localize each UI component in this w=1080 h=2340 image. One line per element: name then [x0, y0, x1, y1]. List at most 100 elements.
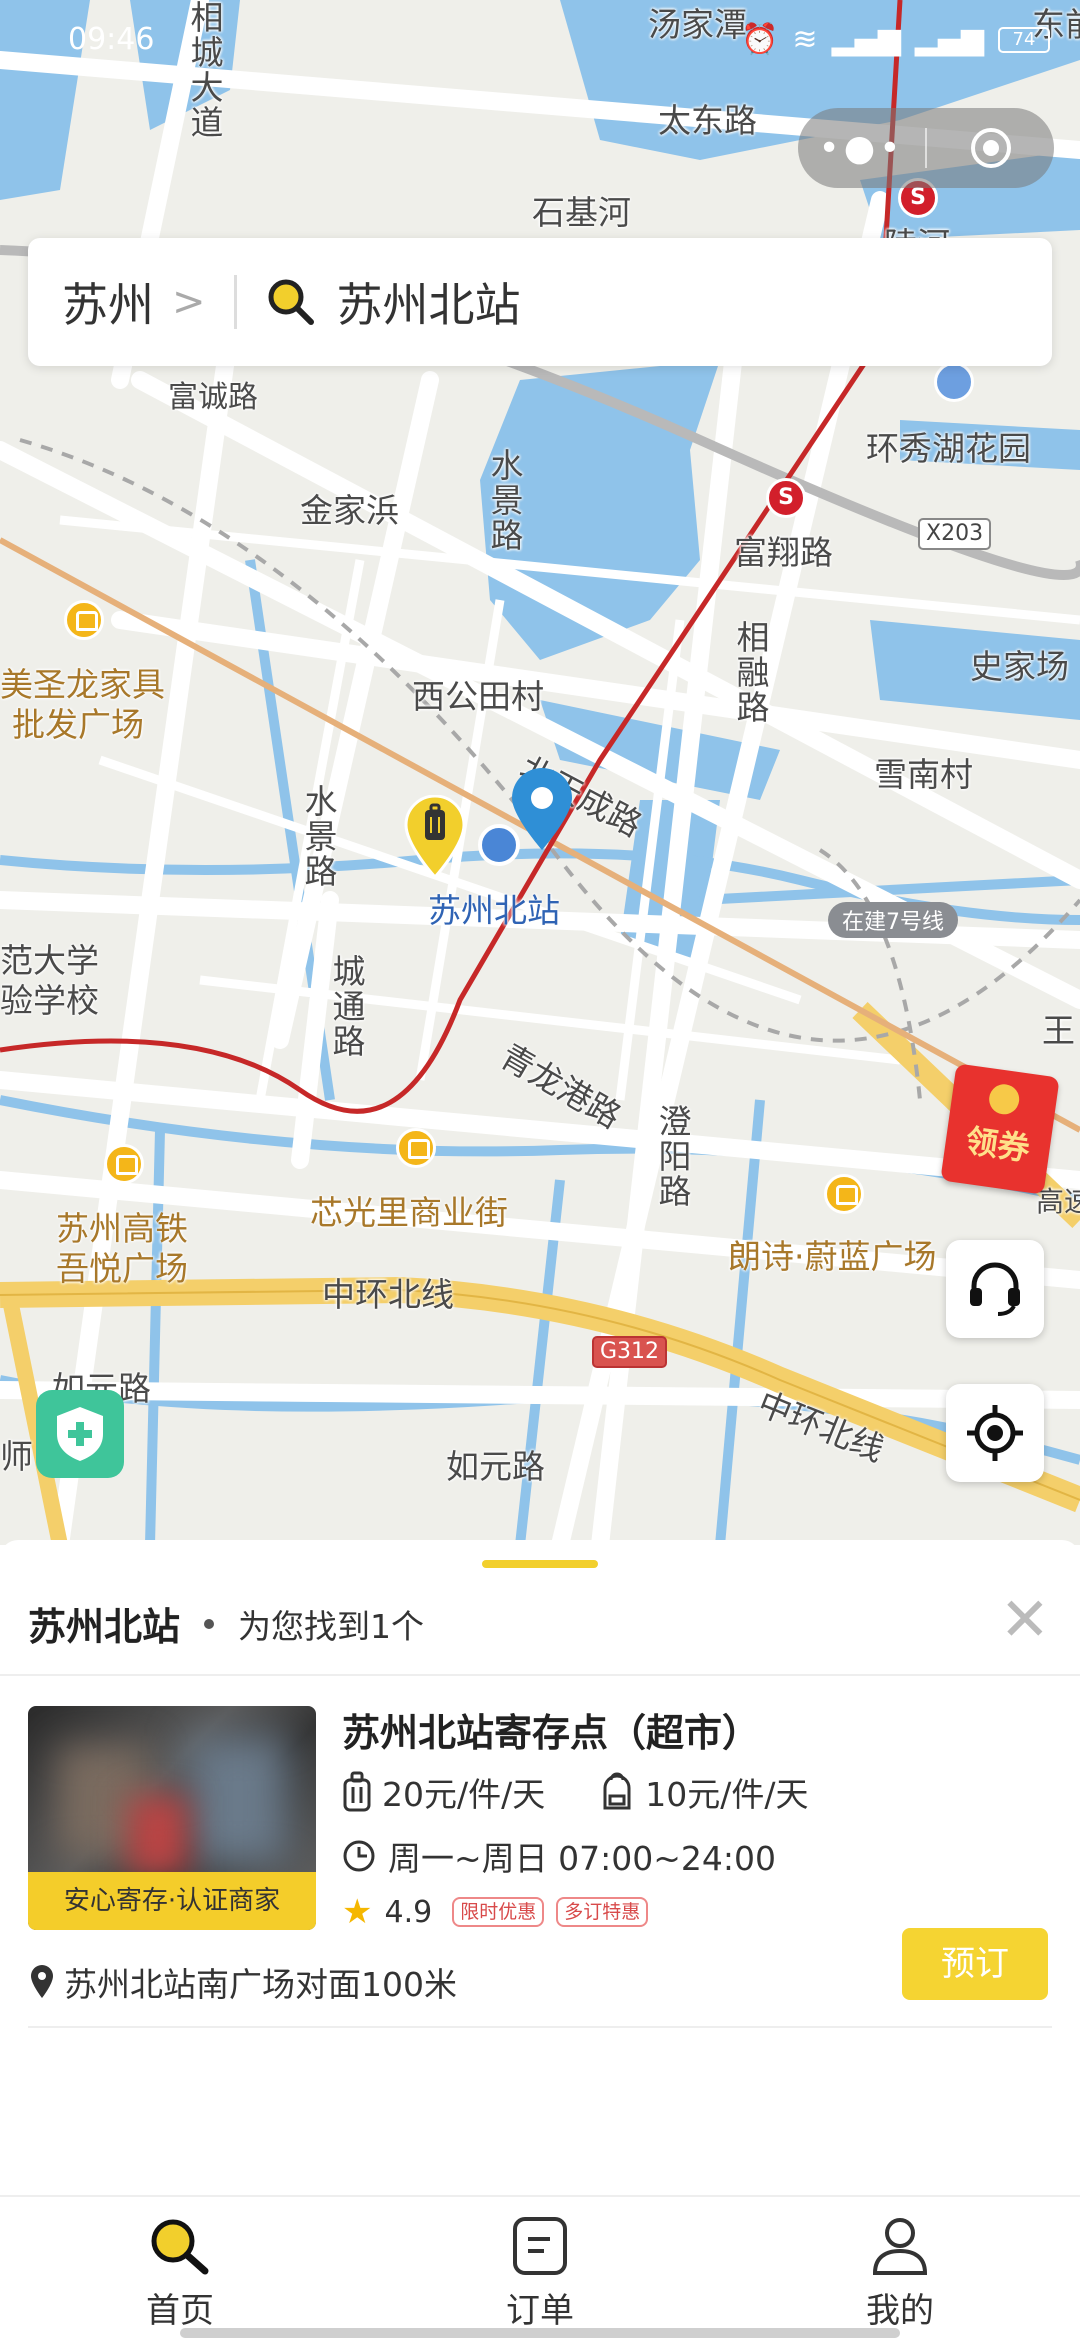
road-shield: G312 [592, 1336, 668, 1368]
tab-mine-label: 我的 [866, 2291, 934, 2331]
map-label: 水景路 [299, 784, 338, 889]
address-text: 苏州北站南广场对面100米 [64, 1965, 457, 2004]
map-label: 富翔路 [734, 533, 833, 572]
miniprogram-capsule[interactable]: •●• [798, 108, 1054, 188]
header-dot [204, 1618, 215, 1629]
sheet-drag-handle[interactable] [482, 1560, 598, 1568]
tab-orders-label: 订单 [506, 2291, 574, 2331]
map-label: 西公田村 [412, 677, 544, 716]
status-time: 09:46 [68, 22, 155, 57]
storage-location-marker[interactable] [404, 795, 466, 879]
map-label: 金家浜 [300, 491, 399, 530]
results-station: 苏州北站 [28, 1605, 181, 1649]
locate-button[interactable] [946, 1384, 1044, 1482]
battery-icon: 74 [998, 26, 1050, 53]
home-indicator[interactable] [180, 2328, 900, 2338]
store-title[interactable]: 苏州北站寄存点（超市） [342, 1702, 760, 1757]
map-label: 如元路 [446, 1447, 545, 1486]
safety-button[interactable] [36, 1390, 124, 1478]
hours-text: 周一~周日 07:00~24:00 [388, 1839, 776, 1878]
station-label: 苏州北站 [428, 891, 560, 930]
poi-marker[interactable] [824, 1174, 864, 1214]
map-label: 批发广场 [12, 705, 144, 744]
book-button[interactable]: 预订 [902, 1928, 1048, 2000]
results-sheet: 苏州北站 为您找到1个 ✕ 安心寄存·认证商家 苏州北站寄存点（超市） 20元/… [0, 1540, 1080, 2195]
search-home-icon [151, 2219, 209, 2275]
map-label: 水景路 [485, 448, 524, 553]
status-icons: ⏰ ≋ ▂▄▆ ▂▄▆ 74 [741, 22, 1050, 57]
coin-icon [987, 1082, 1022, 1117]
address-row: 苏州北站南广场对面100米 [28, 1958, 457, 2006]
price-small-luggage: 10元/件/天 [599, 1768, 808, 1816]
map-label: 澄阳路 [653, 1104, 692, 1209]
close-miniprogram-button[interactable] [927, 126, 1054, 170]
map-label: 富诚路 [168, 380, 258, 415]
map-label: 朗诗·蔚蓝广场 [728, 1237, 937, 1276]
promo-tag: 多订特惠 [556, 1897, 649, 1927]
target-ring-icon [970, 128, 1011, 168]
city-selector[interactable]: 苏州 [62, 269, 154, 335]
close-icon[interactable]: ✕ [1000, 1590, 1050, 1650]
search-bar: 苏州 > [28, 238, 1052, 366]
map-label: 城通路 [327, 954, 366, 1059]
poi-marker[interactable] [396, 1128, 436, 1168]
search-divider [233, 275, 237, 329]
metro-station-icon[interactable]: S [766, 478, 806, 518]
signal-icon: ▂▄▆ [831, 22, 901, 57]
map-label: 验学校 [0, 981, 99, 1020]
results-count: 为您找到1个 [238, 1606, 425, 1646]
more-icon[interactable]: •●• [798, 128, 925, 169]
wifi-icon: ≋ [792, 22, 818, 57]
poi-marker[interactable] [104, 1144, 144, 1184]
map-pin-icon [31, 1965, 53, 1998]
tab-mine[interactable]: 我的 [720, 2197, 1080, 2340]
customer-service-button[interactable] [946, 1240, 1044, 1338]
tab-bar: 首页 订单 我的 [0, 2195, 1080, 2340]
metro-line-label: 在建7号线 [828, 902, 958, 938]
user-icon [872, 2218, 928, 2275]
card-divider [28, 2026, 1052, 2028]
suitcase-icon [343, 1771, 371, 1812]
search-input[interactable] [336, 275, 937, 329]
map-label: 师 [0, 1437, 33, 1476]
order-icon [513, 2217, 567, 2275]
map-label: 雪南村 [874, 755, 973, 794]
backpack-icon [603, 1772, 631, 1810]
price-row: 20元/件/天 10元/件/天 [342, 1768, 862, 1816]
map-label: 吾悦广场 [56, 1249, 188, 1288]
promo-tag: 限时优惠 [452, 1897, 545, 1927]
shield-icon [57, 1407, 103, 1461]
star-icon: ★ [342, 1892, 373, 1932]
results-header: 苏州北站 为您找到1个 [28, 1596, 424, 1651]
map-label: 王 [1042, 1011, 1075, 1050]
store-photo[interactable]: 安心寄存·认证商家 [28, 1706, 316, 1930]
tab-orders[interactable]: 订单 [360, 2197, 720, 2340]
locate-icon [967, 1405, 1023, 1461]
map-view[interactable]: 汤家潭 东前 太东路 石基河 相城大道 富诚路 金家浜 水景路 环秀湖花园 富翔… [0, 0, 1080, 1545]
hours-row: 周一~周日 07:00~24:00 [342, 1832, 776, 1880]
chevron-right-icon[interactable]: > [172, 279, 206, 325]
status-bar: 09:46 ⏰ ≋ ▂▄▆ ▂▄▆ 74 [0, 0, 1080, 80]
map-label: 太东路 [658, 101, 757, 140]
clock-icon [343, 1840, 375, 1872]
tab-home[interactable]: 首页 [0, 2197, 360, 2340]
coupon-button[interactable]: 领券 [940, 1063, 1060, 1195]
search-icon [268, 279, 314, 325]
alarm-icon: ⏰ [741, 22, 779, 57]
map-label: 史家场 [970, 647, 1069, 686]
residential-marker[interactable] [934, 362, 974, 402]
location-pin-icon[interactable] [510, 768, 574, 852]
price-small-text: 10元/件/天 [645, 1775, 809, 1814]
poi-marker[interactable] [64, 600, 104, 640]
header-divider [0, 1674, 1080, 1676]
rating-value: 4.9 [384, 1894, 433, 1930]
price-large-luggage: 20元/件/天 [342, 1768, 545, 1816]
price-large-text: 20元/件/天 [382, 1775, 546, 1814]
headset-icon [970, 1262, 1020, 1316]
map-label: 相融路 [731, 620, 770, 725]
road-shield: X203 [918, 518, 992, 550]
certified-badge: 安心寄存·认证商家 [28, 1872, 316, 1930]
signal-4g-icon: ▂▄▆ [914, 22, 984, 57]
map-label: 中环北线 [322, 1275, 454, 1314]
map-label: 环秀湖花园 [866, 429, 1031, 468]
